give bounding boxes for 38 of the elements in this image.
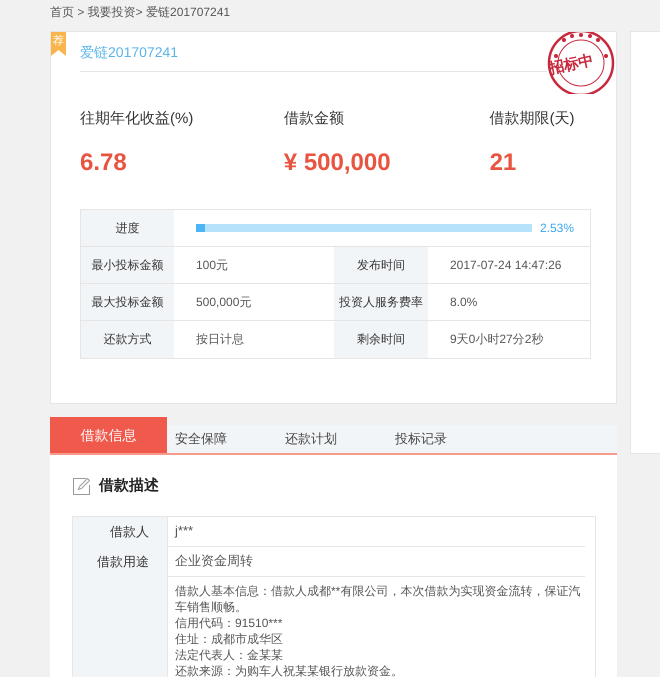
table-cell-text: j*** — [175, 522, 194, 540]
table-cell-text: 500,000元 — [195, 294, 252, 310]
breadcrumb: 首页 > 我要投资> 爱链201707241 — [50, 4, 230, 21]
table-cell: 最大投标金额 — [81, 284, 174, 320]
description-text: 法定代表人：金某某 — [175, 646, 284, 662]
stat-value: 6.78 — [80, 148, 128, 178]
tab[interactable]: 还款计划 — [277, 425, 387, 453]
table-cell-text: 2017-07-24 14:47:26 — [449, 256, 562, 274]
table-cell-text: 9天0小时27分2秒 — [449, 331, 544, 348]
stat-label: 借款期限(天) — [490, 109, 576, 129]
description-text: 信用代码：91510*** — [175, 614, 284, 630]
table-cell-text: 按日计息 — [195, 331, 245, 348]
table-cell: 剩余时间 — [334, 320, 428, 358]
description-text: 还款来源：为购车人祝某某银行放款资金。 — [175, 662, 404, 677]
table-header-cell: 借款用途 — [73, 546, 168, 576]
stat-value: 21 — [490, 148, 518, 178]
edit-icon — [72, 476, 91, 496]
tab[interactable]: 投标记录 — [387, 425, 497, 453]
section-title: 借款描述 — [99, 476, 159, 496]
description-text: 借款人基本信息：借款人成都**有限公司，本次借款为实现资金流转，保证汽车销售顺畅。 — [175, 582, 582, 614]
stat-label: 往期年化收益(%) — [80, 109, 194, 129]
stat-value: ¥ 500,000 — [284, 148, 392, 178]
table-cell: 投资人服务费率 — [334, 284, 428, 320]
table-cell: 发布时间 — [334, 246, 428, 282]
table-cell: 最小投标金额 — [81, 246, 174, 282]
tab[interactable]: 安全保障 — [167, 425, 277, 453]
recommend-ribbon: 荐 — [51, 32, 66, 56]
stat-label: 借款金额 — [284, 109, 345, 129]
table-cell-text: 企业资金周转 — [175, 552, 253, 570]
table-cell: 进度 — [81, 210, 174, 246]
loan-title: 爱链201707241 — [80, 40, 547, 72]
table-cell-text: 100元 — [195, 256, 230, 274]
table-header-cell: 借款人 — [73, 516, 168, 546]
table-cell-text: 8.0% — [449, 294, 478, 310]
progress-percent: 2.53% — [540, 220, 574, 236]
stamp-icon — [546, 32, 616, 94]
table-cell: 还款方式 — [81, 320, 174, 358]
description-text: 住址：成都市成华区 — [175, 630, 284, 646]
